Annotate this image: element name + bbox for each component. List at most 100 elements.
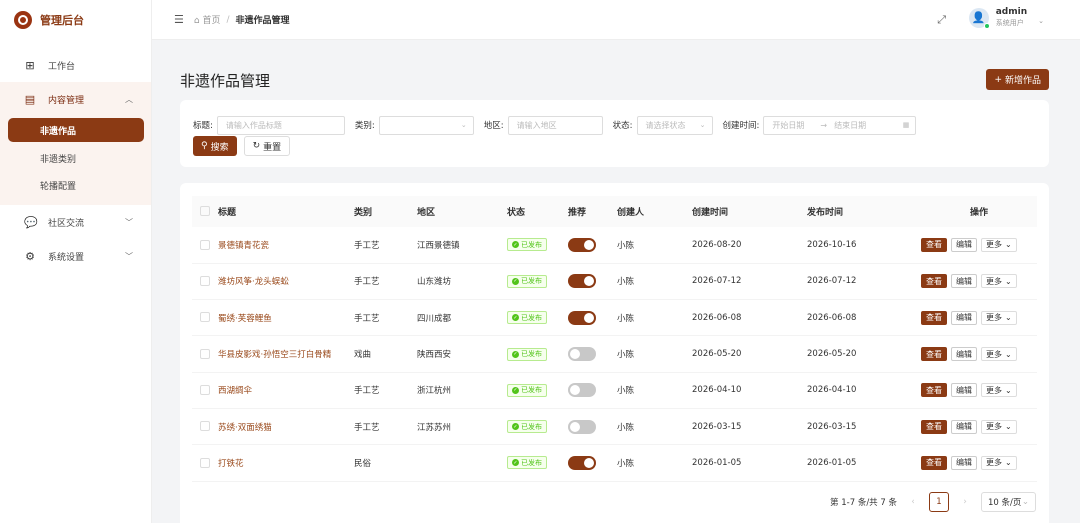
check-circle-icon: ✓: [512, 241, 519, 249]
edit-button[interactable]: 编辑: [951, 237, 977, 252]
sidebar-item-settings[interactable]: ⚙ 系统设置 ﹀: [0, 239, 151, 273]
col-category: 类别: [354, 208, 373, 218]
recommend-toggle[interactable]: [568, 237, 596, 252]
category-select[interactable]: ⌄: [378, 115, 474, 135]
next-page-icon[interactable]: ›: [959, 497, 971, 507]
more-button-label: 更多: [986, 349, 1002, 359]
more-button[interactable]: 更多 ⌄: [981, 383, 1017, 398]
more-button[interactable]: 更多 ⌄: [981, 274, 1017, 289]
sidebar-item-works[interactable]: 非遗作品: [8, 118, 144, 142]
status-filter-label: 状态:: [612, 121, 633, 131]
filter-buttons: ⚲ 搜索 ↻ 重置: [193, 136, 1036, 156]
title-input[interactable]: 请输入作品标题: [216, 115, 345, 135]
work-title-link[interactable]: 景德镇青花瓷: [212, 227, 348, 263]
status-cell: ✓ 已发布: [493, 408, 562, 444]
status-text: 已发布: [521, 240, 542, 249]
breadcrumb-home[interactable]: ⌂ 首页: [194, 13, 221, 26]
row-checkbox[interactable]: [192, 445, 212, 481]
row-checkbox[interactable]: [192, 336, 212, 372]
user-menu[interactable]: 👤 admin 系统用户 ⌄: [968, 7, 1044, 29]
recommend-cell: [562, 408, 611, 444]
col-recommend: 推荐: [568, 208, 587, 218]
edit-button[interactable]: 编辑: [951, 347, 977, 362]
sidebar-item-carousel[interactable]: 轮播配置: [0, 172, 151, 199]
view-button[interactable]: 查看: [921, 347, 947, 362]
recommend-cell: [562, 263, 611, 299]
user-role: 系统用户: [995, 19, 1024, 27]
recommend-toggle[interactable]: [568, 419, 596, 434]
fullscreen-icon[interactable]: ⤢: [937, 13, 946, 27]
check-circle-icon: ✓: [512, 459, 519, 467]
work-title-link[interactable]: 打铁花: [212, 445, 348, 481]
status-badge: ✓ 已发布: [507, 383, 547, 397]
work-created-date: 2026-08-20: [692, 239, 742, 250]
view-button[interactable]: 查看: [921, 383, 947, 398]
work-title-link[interactable]: 潍坊风筝·龙头蜈蚣: [212, 263, 348, 299]
recommend-toggle[interactable]: [568, 383, 596, 398]
work-category: 手工艺: [354, 240, 380, 251]
recommend-toggle[interactable]: [568, 347, 596, 362]
sidebar-item-content[interactable]: ▤ 内容管理 ︿: [0, 82, 151, 116]
status-badge: ✓ 已发布: [507, 347, 547, 361]
title-filter-label: 标题:: [193, 121, 213, 131]
work-title-link[interactable]: 蜀绣·芙蓉鲤鱼: [212, 300, 348, 336]
reset-button[interactable]: ↻ 重置: [243, 136, 291, 156]
view-button[interactable]: 查看: [921, 310, 947, 325]
view-button[interactable]: 查看: [921, 274, 947, 289]
edit-button[interactable]: 编辑: [951, 419, 977, 434]
work-title: 打铁花: [218, 458, 244, 469]
prev-page-icon[interactable]: ‹: [907, 497, 919, 507]
avatar: 👤: [968, 7, 990, 29]
sidebar-item-dashboard[interactable]: ⊞ 工作台: [0, 48, 151, 82]
row-actions: 查看 编辑 更多 ⌄: [921, 274, 1037, 289]
sidebar-item-categories[interactable]: 非遗类别: [0, 145, 151, 172]
sidebar-item-label: 系统设置: [48, 252, 85, 263]
status-cell: ✓ 已发布: [493, 300, 562, 336]
view-button[interactable]: 查看: [921, 237, 947, 252]
recommend-toggle[interactable]: [568, 310, 596, 325]
chevron-down-icon: ⌄: [1005, 458, 1012, 468]
recommend-toggle[interactable]: [568, 455, 596, 470]
region-input[interactable]: 请输入地区: [507, 115, 603, 135]
actions-cell: 查看 编辑 更多 ⌄: [915, 408, 1037, 444]
col-creator: 创建人: [617, 208, 645, 218]
view-button[interactable]: 查看: [921, 455, 947, 470]
app-logo[interactable]: 管理后台: [0, 0, 151, 40]
work-title-link[interactable]: 西湖绸伞: [212, 372, 348, 408]
more-button[interactable]: 更多 ⌄: [981, 455, 1017, 470]
edit-button[interactable]: 编辑: [951, 383, 977, 398]
edit-button[interactable]: 编辑: [951, 455, 977, 470]
more-button[interactable]: 更多 ⌄: [981, 419, 1017, 434]
document-icon: ▤: [24, 92, 36, 106]
menu-fold-icon[interactable]: ☰: [174, 13, 184, 26]
recommend-toggle[interactable]: [568, 274, 596, 289]
edit-button[interactable]: 编辑: [951, 310, 977, 325]
more-button[interactable]: 更多 ⌄: [981, 237, 1017, 252]
work-category: 手工艺: [354, 422, 380, 433]
search-button[interactable]: ⚲ 搜索: [193, 136, 237, 156]
work-region: 山东潍坊: [417, 277, 452, 288]
row-checkbox[interactable]: [192, 227, 212, 263]
row-checkbox[interactable]: [192, 300, 212, 336]
page-size-select[interactable]: 10 条/页 ⌄: [981, 492, 1036, 512]
edit-button[interactable]: 编辑: [951, 274, 977, 289]
sidebar-item-label: 社区交流: [48, 218, 85, 229]
top-bar: ☰ ⌂ 首页 / 非遗作品管理 ⤢ 👤 admin 系统用户 ⌄: [152, 0, 1080, 40]
work-title-link[interactable]: 华县皮影戏·孙悟空三打白骨精: [212, 336, 348, 372]
add-work-button[interactable]: + 新增作品: [986, 69, 1049, 90]
work-created-date: 2026-01-05: [692, 457, 742, 468]
page-number[interactable]: 1: [929, 492, 949, 512]
more-button[interactable]: 更多 ⌄: [981, 310, 1017, 325]
row-checkbox[interactable]: [192, 372, 212, 408]
row-checkbox[interactable]: [192, 263, 212, 299]
row-actions: 查看 编辑 更多 ⌄: [921, 237, 1037, 252]
date-range-picker[interactable]: 开始日期 → 结束日期 ▦: [763, 115, 917, 135]
table-row: 蜀绣·芙蓉鲤鱼 手工艺 四川成都 ✓ 已发布 小陈 2026-06-08 2026-06-08…: [192, 300, 1037, 336]
select-all-checkbox[interactable]: [192, 196, 212, 227]
status-select[interactable]: 请选择状态 ⌄: [636, 115, 713, 135]
view-button[interactable]: 查看: [921, 419, 947, 434]
sidebar-item-community[interactable]: 💬 社区交流 ﹀: [0, 205, 151, 239]
more-button[interactable]: 更多 ⌄: [981, 347, 1017, 362]
row-checkbox[interactable]: [192, 408, 212, 444]
work-title-link[interactable]: 苏绣·双面绣猫: [212, 408, 348, 444]
